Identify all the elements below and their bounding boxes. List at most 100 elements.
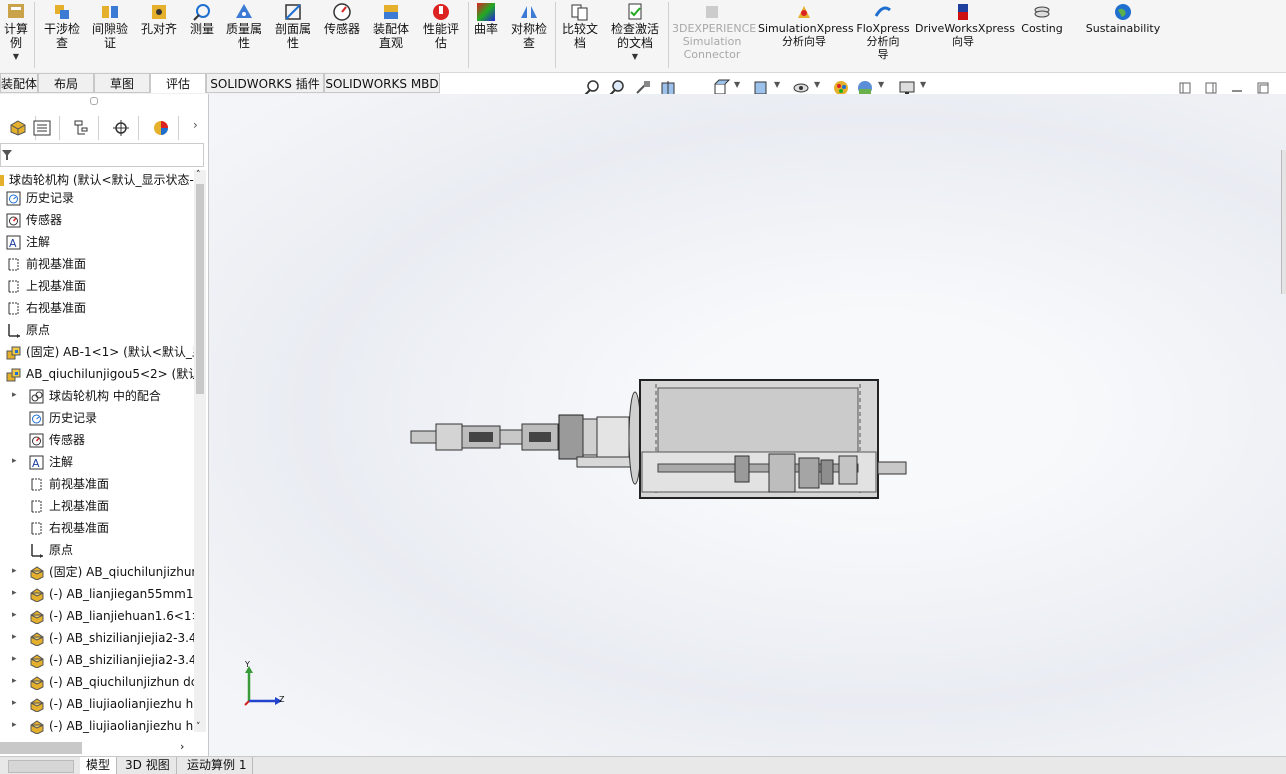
tab-layout[interactable]: 布局 [38, 73, 94, 93]
scrollbar-thumb[interactable] [196, 184, 204, 394]
chevron-down-icon[interactable]: ▼ [734, 80, 740, 89]
graphics-area[interactable]: Y Z [209, 94, 1286, 756]
check-active-document-button[interactable]: 检查激活 的文档 ▼ [606, 2, 664, 64]
chevron-down-icon[interactable]: ▼ [814, 80, 820, 89]
expand-arrow-icon[interactable]: ▸ [12, 390, 22, 400]
tree-item[interactable]: (-) AB_liujiaolianjiezhu h: [29, 694, 194, 714]
tree-item[interactable]: 传感器 [6, 210, 62, 230]
tree-item[interactable]: 历史记录 [6, 188, 74, 208]
tab-display-manager[interactable] [143, 116, 179, 140]
tile-icon[interactable] [1204, 81, 1218, 95]
tree-horizontal-scrollbar[interactable] [0, 742, 82, 754]
tree-item[interactable]: 原点 [6, 320, 50, 340]
expand-arrow-icon[interactable]: ▸ [12, 632, 22, 642]
clearance-verify-button[interactable]: 间隙验 证 [88, 2, 132, 50]
floxpress-button[interactable]: FloXpress 分析向 导 [855, 2, 911, 61]
ribbon-item-label: 测量 [189, 22, 214, 36]
tab-solidworks-mbd[interactable]: SOLIDWORKS MBD [324, 73, 440, 93]
section-properties-icon [285, 4, 301, 20]
chevron-down-icon[interactable]: ˅ [196, 722, 201, 732]
tree-root[interactable]: 球齿轮机构 (默认<默认_显示状态- [0, 170, 194, 190]
tab-configuration-manager[interactable] [63, 116, 99, 140]
tree-item[interactable]: (-) AB_lianjiehuan1.6<1> [29, 606, 194, 626]
tab-3d-views[interactable]: 3D 视图 [119, 757, 177, 774]
expand-arrow-icon[interactable]: ▸ [12, 588, 22, 598]
tab-evaluate[interactable]: 评估 [150, 73, 206, 93]
section-properties-button[interactable]: 剖面属 性 [271, 2, 315, 50]
mass-properties-button[interactable]: 质量属 性 [222, 2, 266, 50]
calc-example-label: 计算 例 [3, 22, 28, 50]
curvature-button[interactable]: 曲率 [470, 2, 502, 36]
compare-documents-button[interactable]: 比较文 档 [558, 2, 602, 50]
maximize-icon[interactable] [1256, 81, 1270, 95]
expand-arrow-icon[interactable]: ▸ [12, 566, 22, 576]
driveworksxpress-button[interactable]: DriveWorksXpress 向导 [915, 2, 1015, 48]
tree-item[interactable]: (-) AB_lianjiegan55mm1. [29, 584, 194, 604]
assembly-visualization-icon [384, 5, 398, 19]
tab-label: SOLIDWORKS MBD [325, 77, 439, 91]
tree-item[interactable]: (-) AB_shizilianjiejia2-3.4 [29, 650, 194, 670]
tree-item[interactable]: 原点 [29, 540, 73, 560]
assembly-visualization-button[interactable]: 装配体 直观 [368, 2, 414, 50]
tab-property-manager[interactable] [24, 116, 60, 140]
tree-item[interactable]: 上视基准面 [6, 276, 86, 296]
sensor-icon [6, 213, 21, 228]
3dexperience-connector-button[interactable]: 3DEXPERIENCE Simulation Connector [672, 2, 756, 61]
tree-item[interactable]: AB_qiuchilunjigou5<2> (默认 [6, 364, 194, 384]
tree-item[interactable]: 传感器 [29, 430, 85, 450]
chevron-down-icon[interactable]: ▼ [878, 80, 884, 89]
tree-item[interactable]: (固定) AB-1<1> (默认<默认_显 [6, 342, 194, 362]
chevron-right-icon[interactable]: › [193, 118, 198, 132]
sensor-button[interactable]: 传感器 [320, 2, 364, 36]
interference-check-button[interactable]: 干涉检 查 [40, 2, 84, 50]
expand-arrow-icon[interactable]: ▸ [12, 654, 22, 664]
chevron-up-icon[interactable]: ˄ [196, 170, 201, 180]
expand-arrow-icon[interactable]: ▸ [12, 456, 22, 466]
sustainability-button[interactable]: Sustainability [1082, 2, 1164, 35]
tree-item[interactable]: A 注解 [29, 452, 73, 472]
tree-item[interactable]: (-) AB_qiuchilunjizhun dc [29, 672, 194, 692]
expand-arrow-icon[interactable]: ▸ [12, 676, 22, 686]
performance-evaluation-button[interactable]: 性能评 估 [418, 2, 464, 50]
chevron-right-icon[interactable]: › [180, 740, 184, 753]
measure-button[interactable]: 测量 [185, 2, 219, 36]
costing-button[interactable]: Costing [1016, 2, 1068, 35]
tree-vertical-scrollbar[interactable]: ˄ ˅ [194, 170, 206, 732]
tab-assembly[interactable]: 装配体 [0, 73, 38, 93]
tab-sketch[interactable]: 草图 [94, 73, 150, 93]
tree-item[interactable]: (-) AB_shizilianjiejia2-3.4 [29, 628, 194, 648]
tree-item-label: 右视基准面 [26, 301, 87, 315]
symmetry-check-button[interactable]: 对称检 查 [506, 2, 552, 50]
tab-solidworks-addins[interactable]: SOLIDWORKS 插件 [206, 73, 324, 93]
task-pane-tabs[interactable] [1281, 150, 1286, 294]
tab-scroll-buttons[interactable] [8, 760, 74, 773]
assembly-model[interactable] [209, 94, 1286, 756]
tree-item[interactable]: (固定) AB_qiuchilunjizhun [29, 562, 194, 582]
expand-arrow-icon[interactable]: ▸ [12, 698, 22, 708]
chevron-down-icon[interactable]: ▼ [920, 80, 926, 89]
restore-down-icon[interactable] [1178, 81, 1192, 95]
tab-dimxpert-manager[interactable] [103, 116, 139, 140]
minimize-icon[interactable] [1230, 81, 1244, 95]
expand-arrow-icon[interactable]: ▸ [12, 720, 22, 730]
tree-item[interactable]: 前视基准面 [6, 254, 86, 274]
tree-item[interactable]: (-) AB_liujiaolianjiezhu h: [29, 716, 194, 736]
tree-item[interactable]: 右视基准面 [6, 298, 86, 318]
calc-example-button[interactable]: 计算 例 ▼ [0, 2, 32, 64]
collar [582, 418, 598, 456]
chevron-down-icon[interactable]: ▼ [774, 80, 780, 89]
simulationxpress-button[interactable]: SimulationXpress 分析向导 [758, 2, 854, 48]
tree-item[interactable]: A 注解 [6, 232, 50, 252]
tree-item[interactable]: 球齿轮机构 中的配合 [29, 386, 161, 406]
tree-item[interactable]: 上视基准面 [29, 496, 109, 516]
hole-align-button[interactable]: 孔对齐 [137, 2, 181, 36]
plane-icon [31, 478, 42, 491]
filter-input[interactable] [0, 143, 204, 167]
tree-item[interactable]: 历史记录 [29, 408, 97, 428]
tab-model[interactable]: 模型 [80, 757, 118, 774]
tree-item[interactable]: 前视基准面 [29, 474, 109, 494]
tab-motion-study-1[interactable]: 运动算例 1 [181, 757, 254, 774]
tree-item[interactable]: 右视基准面 [29, 518, 109, 538]
expand-arrow-icon[interactable]: ▸ [12, 610, 22, 620]
panel-grip[interactable] [90, 97, 98, 105]
